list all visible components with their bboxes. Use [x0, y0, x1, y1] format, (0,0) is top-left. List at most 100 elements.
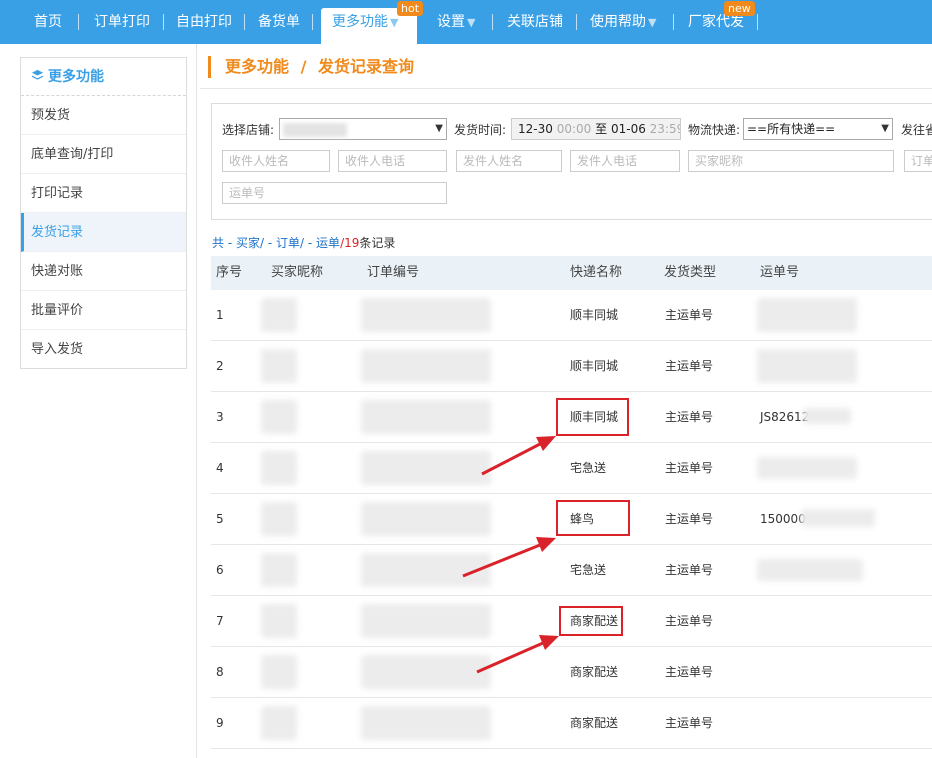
nav-item-label: 设置: [437, 14, 465, 30]
cell-ship-type: 主运单号: [665, 308, 714, 322]
sidebar-item-ship-records[interactable]: 发货记录: [21, 213, 186, 252]
nav-item-linked-shops[interactable]: 关联店铺: [507, 0, 563, 44]
buyer-nick-input[interactable]: 买家昵称: [688, 150, 894, 172]
sender-phone-input[interactable]: 发件人电话: [570, 150, 680, 172]
waybill-no-input[interactable]: 运单号: [222, 182, 447, 204]
chevron-down-icon: ▼: [435, 123, 443, 134]
express-select[interactable]: ==所有快递== ▼: [743, 118, 893, 140]
nav-item-label: 首页: [34, 14, 62, 30]
table-row: 6 宅急送 主运单号: [211, 545, 932, 596]
col-header-order-no: 订单编号: [367, 265, 420, 280]
receiver-phone-input[interactable]: 收件人电话: [338, 150, 447, 172]
sidebar-item-label: 批量评价: [31, 303, 84, 318]
order-no-redacted: [361, 502, 491, 536]
cell-express: 顺丰同城: [570, 359, 619, 373]
table-row: 9 商家配送 主运单号: [211, 698, 932, 749]
cell-express: 宅急送: [570, 461, 607, 475]
buyer-nick-redacted: [261, 298, 297, 332]
ship-to-province-label: 发往省: [901, 123, 932, 137]
cell-ship-type: 主运单号: [665, 665, 714, 679]
sender-phone-placeholder: 发件人电话: [577, 154, 638, 168]
sidebar-item-label: 快递对账: [31, 264, 84, 279]
buyer-nick-placeholder: 买家昵称: [695, 154, 744, 168]
cell-express: 商家配送: [570, 665, 619, 679]
cell-ship-type: 主运单号: [665, 359, 714, 373]
ship-time-label: 发货时间:: [454, 123, 507, 137]
nav-item-label: 备货单: [258, 14, 300, 30]
sender-name-input[interactable]: 发件人姓名: [456, 150, 562, 172]
nav-divider: [492, 14, 493, 30]
order-no-placeholder: 订单: [911, 154, 932, 168]
nav-divider: [757, 14, 758, 30]
sidebar-item-bulk-review[interactable]: 批量评价: [21, 291, 186, 330]
sidebar-item-pre-ship[interactable]: 预发货: [21, 96, 186, 135]
annotation-highlight-box: [559, 606, 623, 636]
sidebar-item-print-records[interactable]: 打印记录: [21, 174, 186, 213]
cell-index: 6: [216, 563, 224, 577]
cell-ship-type: 主运单号: [665, 563, 714, 577]
time-end-date: 01-06: [610, 122, 646, 136]
cell-index: 5: [216, 512, 224, 526]
col-header-buyer-nick: 买家昵称: [271, 265, 324, 280]
buyer-nick-redacted: [261, 706, 297, 740]
breadcrumb: 更多功能 / 发货记录查询: [208, 56, 414, 78]
summary-waybill-count: - 运单: [307, 236, 341, 250]
sidebar-item-label: 底单查询/打印: [31, 147, 114, 162]
order-no-redacted: [361, 451, 491, 485]
ship-time-range-input[interactable]: 12-30 00:00 至 01-06 23:59: [511, 118, 681, 140]
sidebar-item-slip-query[interactable]: 底单查询/打印: [21, 135, 186, 174]
nav-item-stock-list[interactable]: 备货单: [258, 0, 300, 44]
sidebar-title: 更多功能: [21, 58, 186, 96]
chevron-down-icon: ▼: [648, 16, 657, 29]
nav-item-free-print[interactable]: 自由打印: [176, 0, 232, 44]
cell-index: 4: [216, 461, 224, 475]
col-header-waybill: 运单号: [760, 265, 800, 280]
buyer-nick-redacted: [261, 655, 297, 689]
sidebar: 更多功能 预发货 底单查询/打印 打印记录 发货记录 快递对账 批量评价 导入发…: [20, 57, 187, 369]
cell-index: 3: [216, 410, 224, 424]
sidebar-item-label: 预发货: [31, 108, 71, 123]
cell-express: 商家配送: [570, 716, 619, 730]
buyer-nick-redacted: [261, 553, 297, 587]
sidebar-item-import-ship[interactable]: 导入发货: [21, 330, 186, 369]
breadcrumb-separator: /: [300, 57, 307, 76]
nav-item-settings[interactable]: 设置 ▼: [437, 0, 475, 44]
top-nav: 首页 订单打印 自由打印 备货单 更多功能 ▼ hot 设置 ▼ 关联店铺 使用帮助…: [0, 0, 932, 44]
summary-buyer-count: - 买家/: [227, 236, 265, 250]
sender-name-placeholder: 发件人姓名: [463, 154, 524, 168]
cell-ship-type: 主运单号: [665, 410, 714, 424]
content-divider: [196, 44, 197, 758]
time-start-date: 12-30: [518, 122, 553, 136]
shop-select[interactable]: ▼: [279, 118, 447, 140]
cell-ship-type: 主运单号: [665, 461, 714, 475]
annotation-highlight-box: [556, 398, 629, 436]
hot-badge: hot: [397, 1, 424, 16]
col-header-index: 序号: [216, 265, 243, 280]
nav-item-label: 关联店铺: [507, 14, 563, 30]
summary-total-prefix: 共: [212, 236, 225, 250]
result-summary: 共 - 买家/ - 订单/ - 运单/19条记录: [212, 234, 395, 251]
nav-item-label: 使用帮助: [590, 14, 646, 30]
order-no-input[interactable]: 订单: [904, 150, 932, 172]
nav-item-home[interactable]: 首页: [34, 0, 62, 44]
waybill-redacted: [757, 349, 857, 383]
waybill-redacted: [801, 509, 875, 527]
nav-item-help[interactable]: 使用帮助 ▼: [590, 0, 656, 44]
time-range-separator: 至: [595, 122, 608, 136]
nav-item-label: 更多功能: [332, 14, 388, 30]
shop-value-redacted: [283, 122, 347, 137]
nav-divider: [163, 14, 164, 30]
nav-divider: [673, 14, 674, 30]
sidebar-item-express-reconcile[interactable]: 快递对账: [21, 252, 186, 291]
table-row: 4 宅急送 主运单号: [211, 443, 932, 494]
nav-item-order-print[interactable]: 订单打印: [94, 0, 150, 44]
waybill-redacted: [757, 559, 863, 581]
annotation-highlight-box: [556, 500, 630, 536]
receiver-name-input[interactable]: 收件人姓名: [222, 150, 330, 172]
buyer-nick-redacted: [261, 451, 297, 485]
order-no-redacted: [361, 706, 491, 740]
time-start-time: 00:00: [556, 122, 592, 136]
express-label: 物流快递:: [688, 123, 741, 137]
cell-index: 7: [216, 614, 224, 628]
new-badge: new: [724, 1, 755, 16]
